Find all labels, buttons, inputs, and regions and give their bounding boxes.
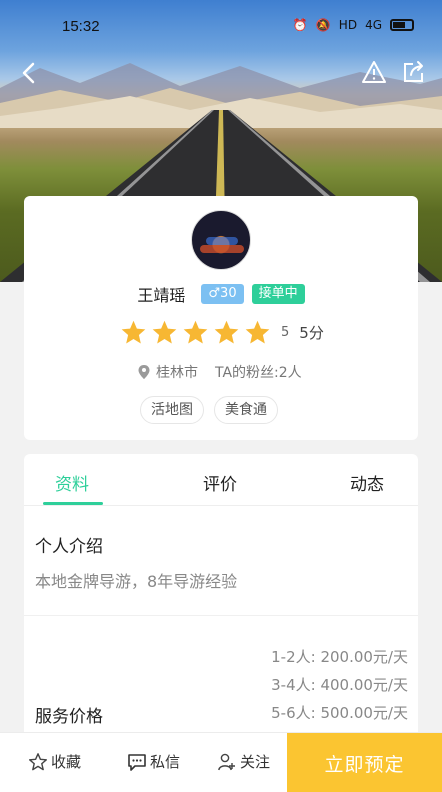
tab-reviews[interactable]: 评价 <box>203 470 237 495</box>
favorite-button[interactable]: 收藏 <box>28 751 81 772</box>
price-item: 3-4人: 400.00元/天 <box>271 676 408 694</box>
star-icon <box>245 320 270 344</box>
add-user-icon <box>218 753 235 770</box>
name-row: 王靖瑶 ♂30 接单中 <box>24 282 418 306</box>
follow-label: 关注 <box>240 753 271 771</box>
active-tab-indicator <box>43 502 103 505</box>
warning-icon[interactable] <box>361 59 387 85</box>
status-bar: 15:32 ⏰ 🔕 HD 4G <box>0 0 442 56</box>
mute-icon: 🔕 <box>315 18 331 32</box>
guide-name: 王靖瑶 <box>137 286 186 305</box>
tab-moments[interactable]: 动态 <box>350 470 384 495</box>
hd-icon: HD <box>338 18 358 32</box>
tab-bar: 资料 评价 动态 <box>24 454 418 506</box>
meta-row: 桂林市 TA的粉丝:2人 <box>137 362 302 382</box>
follow-button[interactable]: 关注 <box>217 751 270 772</box>
rating-row: 5 5分 <box>120 319 324 346</box>
tags-row: 活地图 美食通 <box>140 396 278 424</box>
fans-count: TA的粉丝:2人 <box>215 365 302 381</box>
profile-card: 王靖瑶 ♂30 接单中 5 5分 桂林市 TA的粉丝:2人 活地图 美食通 <box>24 196 418 440</box>
avatar[interactable] <box>191 210 251 270</box>
message-label: 私信 <box>150 753 181 771</box>
back-icon[interactable] <box>16 60 42 86</box>
tag-item[interactable]: 活地图 <box>140 396 204 424</box>
rating-count: 5 <box>281 325 290 340</box>
divider <box>24 615 418 616</box>
gender-age-badge: ♂30 <box>201 284 244 304</box>
intro-text: 本地金牌导游，8年导游经验 <box>35 572 238 591</box>
star-outline-icon <box>29 752 47 770</box>
status-time: 15:32 <box>62 18 100 35</box>
intro-title: 个人介绍 <box>35 537 103 557</box>
price-title: 服务价格 <box>35 707 103 727</box>
book-now-button[interactable]: 立即预定 <box>287 733 442 792</box>
star-icon <box>214 320 239 344</box>
rating-score: 5分 <box>299 324 324 342</box>
tag-item[interactable]: 美食通 <box>214 396 278 424</box>
favorite-label: 收藏 <box>51 753 82 771</box>
city-label: 桂林市 <box>156 365 198 381</box>
detail-card: 资料 评价 动态 个人介绍 本地金牌导游，8年导游经验 1-2人: 200.00… <box>24 454 418 734</box>
message-button[interactable]: 私信 <box>127 751 180 772</box>
tab-profile[interactable]: 资料 <box>55 470 89 495</box>
network-icon: 4G <box>365 18 382 32</box>
status-icons: ⏰ 🔕 HD 4G <box>293 18 414 32</box>
location-pin-icon <box>138 365 150 379</box>
share-icon[interactable] <box>402 60 426 84</box>
bottom-action-bar: 收藏 私信 关注 立即预定 <box>0 732 442 792</box>
star-icon <box>183 320 208 344</box>
price-item: 5-6人: 500.00元/天 <box>271 704 408 722</box>
star-icon <box>152 320 177 344</box>
status-badge: 接单中 <box>251 284 305 304</box>
chat-icon <box>128 753 146 771</box>
battery-icon <box>390 19 414 31</box>
alarm-icon: ⏰ <box>292 18 308 32</box>
star-icon <box>121 320 146 344</box>
price-item: 1-2人: 200.00元/天 <box>271 648 408 666</box>
